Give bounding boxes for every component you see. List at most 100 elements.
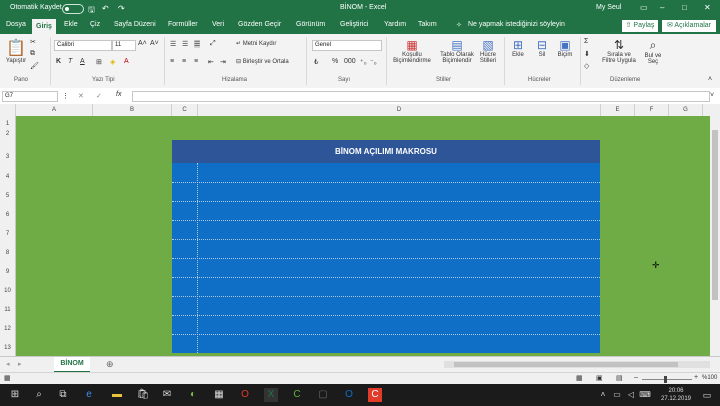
tab-veri[interactable]: Veri: [212, 21, 224, 28]
app-icon[interactable]: ◐: [186, 388, 200, 402]
expand-formula-icon[interactable]: ˅: [710, 92, 714, 99]
accounting-icon[interactable]: ₺: [314, 58, 318, 66]
decrease-decimal-icon[interactable]: ⁻₀: [370, 58, 377, 66]
bold-button[interactable]: K: [56, 58, 61, 65]
increase-indent-icon[interactable]: ⇥: [220, 58, 226, 66]
excel-icon[interactable]: X: [264, 388, 278, 402]
delete-cells-button[interactable]: ⊟ Sil: [532, 38, 552, 58]
tab-dosya[interactable]: Dosya: [6, 21, 26, 28]
row-header-11[interactable]: 11: [0, 307, 15, 313]
autosum-icon[interactable]: Σ: [584, 38, 588, 45]
recorder-icon[interactable]: C: [368, 388, 382, 402]
undo-icon[interactable]: ↶: [102, 4, 109, 13]
row-header-5[interactable]: 5: [0, 193, 15, 199]
task-view-icon[interactable]: ⧉: [56, 388, 70, 402]
comments-button[interactable]: ✉ Açıklamalar: [662, 20, 716, 32]
tab-yardim[interactable]: Yardım: [384, 21, 406, 28]
decrease-indent-icon[interactable]: ⇤: [208, 58, 214, 66]
font-name-box[interactable]: Calibri: [54, 40, 112, 51]
row-header-1[interactable]: 1: [0, 121, 15, 127]
row-header-6[interactable]: 6: [0, 212, 15, 218]
save-icon[interactable]: 🖫: [88, 4, 95, 18]
volume-icon[interactable]: ◁: [624, 388, 638, 402]
hscroll-thumb[interactable]: [454, 362, 678, 367]
store-icon[interactable]: 🛍: [136, 388, 150, 402]
insert-function-button[interactable]: fx: [116, 91, 121, 98]
comma-style-icon[interactable]: 000: [344, 58, 356, 65]
tray-chevron-icon[interactable]: ˄: [596, 388, 610, 402]
tab-ciz[interactable]: Çiz: [90, 21, 100, 28]
next-sheet-icon[interactable]: ▸: [18, 360, 22, 368]
column-header-d[interactable]: D: [198, 104, 601, 116]
macro-table[interactable]: [172, 140, 600, 353]
tab-sayfa-duzeni[interactable]: Sayfa Düzeni: [114, 21, 156, 28]
edge-icon[interactable]: e: [82, 388, 96, 402]
macro-title[interactable]: BİNOM AÇILIMI MAKROSU: [172, 140, 600, 163]
name-box[interactable]: G7: [2, 91, 58, 102]
mail-icon[interactable]: ✉: [160, 388, 174, 402]
row-header-13[interactable]: 13: [0, 345, 15, 351]
column-header-g[interactable]: G: [669, 104, 703, 116]
zoom-slider-thumb[interactable]: [664, 376, 667, 383]
cancel-icon[interactable]: ✕: [78, 92, 84, 100]
row-header-7[interactable]: 7: [0, 231, 15, 237]
format-painter-icon[interactable]: 🖌: [30, 62, 39, 70]
cell-styles-button[interactable]: ▧ Hücre Stilleri: [476, 38, 500, 64]
outlook-icon[interactable]: O: [342, 388, 356, 402]
formula-input[interactable]: [132, 91, 710, 102]
autosave-toggle[interactable]: [62, 4, 84, 14]
redo-icon[interactable]: ↷: [118, 4, 125, 13]
column-header-f[interactable]: F: [635, 104, 669, 116]
clock[interactable]: 20:06 27.12.2019: [656, 387, 696, 403]
windows-start-icon[interactable]: ⊞: [8, 388, 22, 402]
tell-me-search[interactable]: Ne yapmak istediğinizi söyleyin: [468, 21, 565, 28]
close-icon[interactable]: ✕: [704, 3, 711, 12]
clear-icon[interactable]: ◇: [584, 62, 589, 70]
fill-color-icon[interactable]: ◈: [110, 58, 115, 66]
format-cells-button[interactable]: ▣ Biçim: [554, 38, 576, 58]
insert-cells-button[interactable]: ⊞ Ekle: [508, 38, 528, 58]
scroll-thumb[interactable]: [712, 130, 718, 300]
share-button[interactable]: ⇧ Paylaş: [622, 20, 658, 32]
macro-record-icon[interactable]: ▦: [4, 374, 11, 382]
app-icon-2[interactable]: ▢: [316, 388, 330, 402]
maximize-icon[interactable]: □: [682, 3, 687, 12]
align-left-icon[interactable]: ≡: [170, 58, 174, 65]
italic-button[interactable]: T: [68, 58, 72, 65]
ribbon-display-icon[interactable]: ▭: [640, 3, 648, 12]
column-header-b[interactable]: B: [93, 104, 172, 116]
merge-center-button[interactable]: ⊟ Birleştir ve Ortala: [236, 58, 289, 65]
column-header-a[interactable]: A: [16, 104, 93, 116]
increase-decimal-icon[interactable]: ⁺₀: [360, 58, 367, 66]
collapse-ribbon-icon[interactable]: ˄: [708, 76, 712, 83]
row-header-12[interactable]: 12: [0, 326, 15, 332]
horizontal-scrollbar[interactable]: [444, 361, 710, 368]
conditional-format-button[interactable]: ▦ Koşullu Biçimlendirme: [388, 38, 436, 64]
minimize-icon[interactable]: –: [660, 3, 664, 12]
cut-icon[interactable]: ✂: [30, 38, 36, 46]
percent-icon[interactable]: %: [332, 58, 338, 65]
sheet-tab-binom[interactable]: BİNOM: [54, 357, 90, 373]
calculator-icon[interactable]: ▦: [212, 388, 226, 402]
file-explorer-icon[interactable]: ▬: [110, 388, 124, 402]
tab-takim[interactable]: Takım: [418, 21, 437, 28]
notification-icon[interactable]: ▭: [700, 388, 714, 402]
page-break-icon[interactable]: ▤: [616, 374, 623, 382]
font-color-icon[interactable]: A: [124, 58, 129, 65]
sort-filter-button[interactable]: ⇅ Sırala ve Filtre Uygula: [600, 38, 638, 64]
prev-sheet-icon[interactable]: ◂: [6, 360, 10, 368]
column-header-e[interactable]: E: [601, 104, 635, 116]
zoom-level[interactable]: %100: [702, 375, 717, 381]
align-middle-icon[interactable]: ☰: [182, 40, 188, 48]
opera-icon[interactable]: O: [238, 388, 252, 402]
row-header-9[interactable]: 9: [0, 269, 15, 275]
copy-icon[interactable]: ⧉: [30, 50, 35, 58]
orientation-icon[interactable]: ⤢: [210, 40, 216, 48]
add-sheet-icon[interactable]: ⊕: [106, 359, 114, 370]
search-icon[interactable]: ⌕: [32, 388, 46, 402]
zoom-slider[interactable]: [642, 376, 692, 383]
row-header-4[interactable]: 4: [0, 174, 15, 180]
select-all-corner[interactable]: [0, 104, 16, 116]
borders-icon[interactable]: ⊞: [96, 58, 102, 66]
zoom-in-icon[interactable]: +: [694, 374, 698, 381]
